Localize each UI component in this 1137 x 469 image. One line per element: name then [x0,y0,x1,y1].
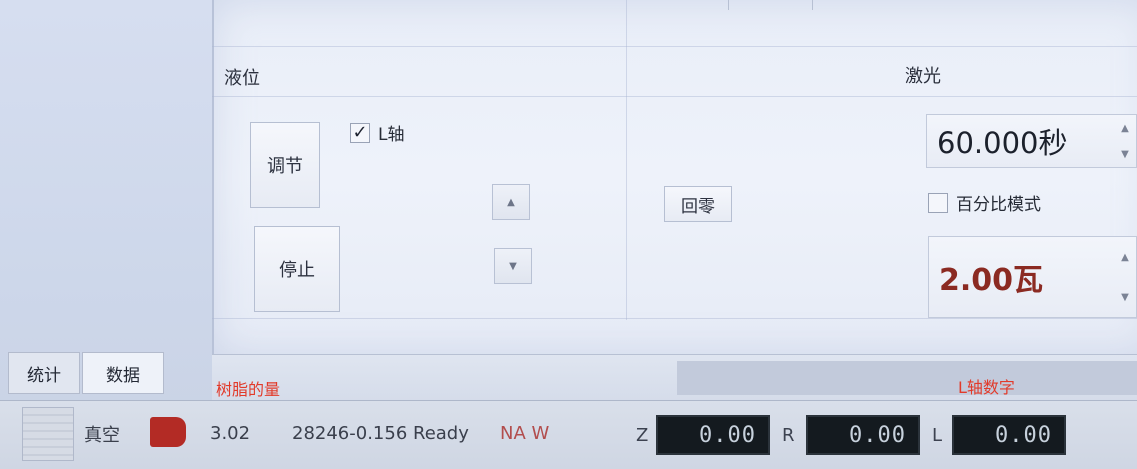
r-axis-label: R [782,425,795,446]
panel-divider [626,0,627,320]
resin-value: 3.02 [210,423,251,444]
laser-time-input[interactable]: 60.000秒 ▲ ▼ [926,114,1137,168]
chevron-down-icon: ▼ [509,260,517,272]
liquid-level-label: 液位 [224,68,260,89]
spin-up-icon[interactable]: ▲ [1121,252,1129,263]
spin-down-icon[interactable]: ▼ [1121,149,1129,160]
laser-label: 激光 [905,66,941,87]
jog-up-button[interactable]: ▲ [492,184,530,220]
vacuum-label: 真空 [84,425,120,446]
resin-amount-note: 树脂的量 [216,380,281,399]
panel-divider [728,0,729,10]
l-axis-status-label: L [932,425,943,446]
percent-mode-checkbox[interactable] [928,192,948,213]
spin-down-icon[interactable]: ▼ [1121,292,1129,303]
footer-strip [677,361,1137,395]
l-axis-label: L轴 [378,125,405,145]
jog-down-button[interactable]: ▼ [494,248,532,284]
adjust-button[interactable]: 调节 [250,122,320,208]
time-spinner[interactable]: ▲ ▼ [1114,115,1136,167]
panel-divider [212,46,1137,47]
zero-button[interactable]: 回零 [664,186,732,222]
z-axis-label: Z [636,425,649,446]
status-bar: 真空 3.02 28246-0.156 Ready NA W Z 0.00 R … [0,400,1137,469]
panel-divider [812,0,813,10]
bottom-tabs: 统计 数据 [0,352,212,394]
l-axis-checkbox[interactable]: ✓ [350,122,370,143]
laser-power-readout: NA W [500,423,550,444]
panel-divider [212,96,1137,97]
resin-tank-icon [150,417,186,447]
panel-divider [212,318,1137,319]
percent-mode-option[interactable]: 百分比模式 [928,190,1041,215]
spin-up-icon[interactable]: ▲ [1121,123,1129,134]
list-icon[interactable] [22,407,74,461]
laser-time-value: 60.000秒 [937,126,1068,160]
z-axis-display: 0.00 [656,415,770,455]
laser-power-input[interactable]: 2.00瓦 ▲ ▼ [928,236,1137,318]
r-axis-display: 0.00 [806,415,920,455]
tab-statistics[interactable]: 统计 [8,352,80,394]
l-axis-option[interactable]: ✓ L轴 [350,120,404,145]
status-message: 28246-0.156 Ready [292,423,469,444]
power-spinner[interactable]: ▲ ▼ [1114,237,1136,317]
tab-data[interactable]: 数据 [82,352,164,394]
l-axis-number-note: L轴数字 [958,378,1015,397]
stop-button[interactable]: 停止 [254,226,340,312]
chevron-up-icon: ▲ [507,196,515,208]
l-axis-display: 0.00 [952,415,1066,455]
percent-mode-label: 百分比模式 [956,195,1041,215]
laser-power-value: 2.00瓦 [939,263,1044,298]
